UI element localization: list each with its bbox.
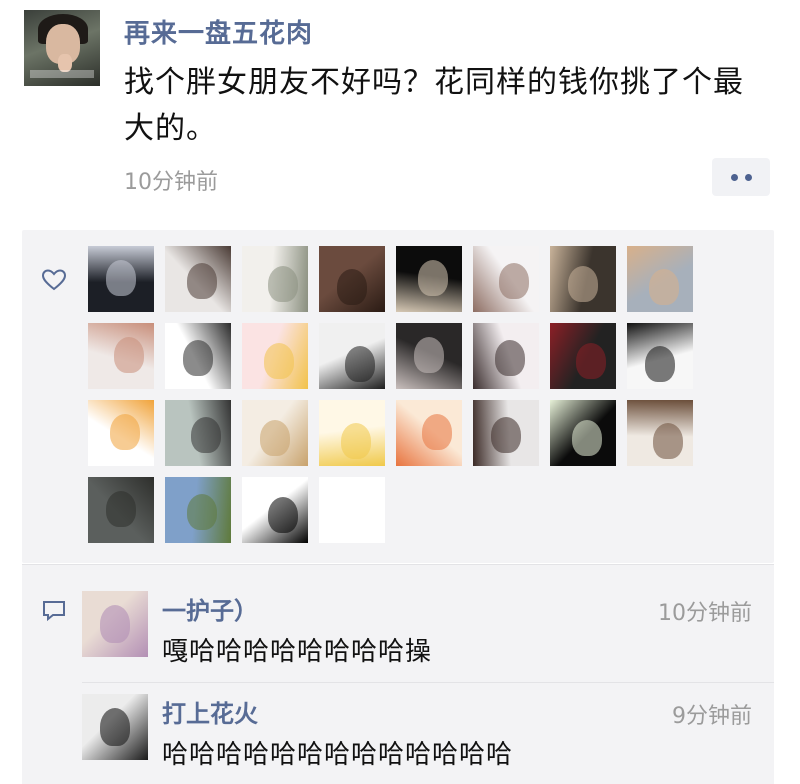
liker-avatar[interactable]	[88, 477, 154, 543]
author-avatar[interactable]	[24, 10, 100, 86]
liker-avatar[interactable]	[627, 246, 693, 312]
post-time: 10分钟前	[124, 170, 218, 195]
avatar-figure	[268, 266, 298, 302]
avatar-figure	[106, 491, 136, 527]
liker-avatar[interactable]	[88, 400, 154, 466]
post-text: 找个胖女朋友不好吗？花同样的钱你挑了个最大的。	[124, 65, 744, 146]
avatar-figure	[183, 340, 213, 376]
avatar-figure	[414, 337, 444, 373]
avatar-figure	[653, 423, 683, 459]
liker-avatar-grid	[88, 246, 693, 543]
avatar-figure	[100, 605, 130, 643]
heart-icon	[41, 269, 67, 291]
liker-avatar[interactable]	[396, 323, 462, 389]
avatar-figure	[110, 414, 140, 450]
avatar-figure	[576, 343, 606, 379]
liker-avatar[interactable]	[319, 400, 385, 466]
comment-item: 打上花火 9分钟前 哈哈哈哈哈哈哈哈哈哈哈哈哈	[82, 694, 752, 784]
author-name[interactable]: 再来一盘五花肉	[124, 13, 313, 50]
comment-text[interactable]: 嘎哈哈哈哈哈哈哈哈操	[162, 631, 432, 668]
avatar-figure	[418, 260, 448, 296]
divider	[82, 682, 774, 683]
liker-avatar[interactable]	[396, 246, 462, 312]
avatar-figure	[100, 708, 130, 746]
liker-avatar[interactable]	[242, 246, 308, 312]
comment-bubble-icon	[43, 601, 65, 622]
avatar-figure	[114, 337, 144, 373]
liker-avatar[interactable]	[319, 477, 385, 543]
avatar-figure	[187, 263, 217, 299]
liker-avatar[interactable]	[165, 246, 231, 312]
liker-avatar[interactable]	[627, 400, 693, 466]
avatar-figure	[191, 417, 221, 453]
comments-panel: 一护子） 10分钟前 嘎哈哈哈哈哈哈哈哈操 打上花火 9分钟前 哈哈哈哈哈哈哈哈…	[22, 565, 774, 784]
avatar-figure	[572, 420, 602, 456]
avatar-figure	[268, 497, 298, 533]
avatar-figure	[260, 420, 290, 456]
likes-panel	[22, 230, 774, 563]
avatar-figure	[106, 260, 136, 296]
liker-avatar[interactable]	[319, 246, 385, 312]
commenter-name[interactable]: 一护子）	[162, 591, 258, 626]
comment-time: 9分钟前	[672, 704, 752, 729]
liker-avatar[interactable]	[88, 246, 154, 312]
liker-avatar[interactable]	[550, 323, 616, 389]
more-dots-icon	[744, 173, 752, 181]
liker-avatar[interactable]	[242, 323, 308, 389]
avatar-figure	[645, 346, 675, 382]
avatar-caption-strip	[30, 70, 94, 78]
commenter-avatar[interactable]	[82, 591, 148, 657]
liker-avatar[interactable]	[165, 400, 231, 466]
avatar-figure	[341, 423, 371, 459]
liker-avatar[interactable]	[627, 323, 693, 389]
commenter-avatar[interactable]	[82, 694, 148, 760]
liker-avatar[interactable]	[242, 477, 308, 543]
avatar-figure	[187, 494, 217, 530]
liker-avatar[interactable]	[473, 246, 539, 312]
comment-time: 10分钟前	[658, 601, 752, 626]
avatar-figure	[422, 414, 452, 450]
liker-avatar[interactable]	[165, 323, 231, 389]
liker-avatar[interactable]	[88, 323, 154, 389]
avatar-figure	[568, 266, 598, 302]
avatar-figure	[491, 417, 521, 453]
avatar-figure	[345, 346, 375, 382]
avatar-figure	[649, 269, 679, 305]
liker-avatar[interactable]	[550, 400, 616, 466]
commenter-name[interactable]: 打上花火	[162, 694, 258, 729]
avatar-figure	[499, 263, 529, 299]
more-button[interactable]	[712, 158, 770, 196]
comment-item: 一护子） 10分钟前 嘎哈哈哈哈哈哈哈哈操	[82, 591, 752, 681]
liker-avatar[interactable]	[396, 400, 462, 466]
avatar-figure	[264, 343, 294, 379]
avatar-figure	[337, 269, 367, 305]
comment-text[interactable]: 哈哈哈哈哈哈哈哈哈哈哈哈哈	[162, 734, 513, 771]
liker-avatar[interactable]	[473, 400, 539, 466]
liker-avatar[interactable]	[319, 323, 385, 389]
avatar-figure	[495, 340, 525, 376]
liker-avatar[interactable]	[242, 400, 308, 466]
liker-avatar[interactable]	[473, 323, 539, 389]
liker-avatar[interactable]	[165, 477, 231, 543]
liker-avatar[interactable]	[550, 246, 616, 312]
more-dots-icon	[730, 173, 738, 181]
